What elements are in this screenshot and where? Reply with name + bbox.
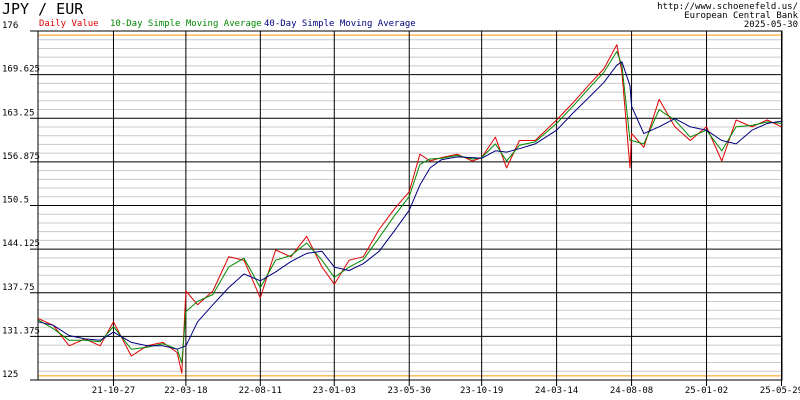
- x-axis-labels: 21-10-27 22-03-18 22-08-11 23-01-03 23-05-30…: [92, 386, 800, 396]
- x-tick-label: 22-03-18: [164, 386, 207, 396]
- y-tick-label: 156.875: [2, 152, 40, 162]
- major-gridlines: [30, 30, 782, 386]
- series-line-sma10: [37, 51, 782, 364]
- y-tick-label: 125: [2, 370, 18, 380]
- legend-daily-label: Daily Value: [39, 19, 99, 29]
- y-tick-label: 144.125: [2, 239, 40, 249]
- x-tick-label: 24-08-08: [610, 386, 653, 396]
- x-tick-label: 25-05-29: [760, 386, 800, 396]
- x-tick-label: 22-08-11: [239, 386, 282, 396]
- y-tick-label: 176: [2, 21, 18, 31]
- legend-sma10-label: 10-Day Simple Moving Average: [110, 19, 262, 29]
- source-date: 2025-05-30: [744, 20, 798, 30]
- chart-title: JPY / EUR: [2, 0, 84, 18]
- x-tick-label: 25-01-02: [685, 386, 728, 396]
- series-layer: [37, 44, 782, 374]
- x-tick-label: 24-03-14: [535, 386, 578, 396]
- x-tick-label: 23-05-30: [388, 386, 431, 396]
- y-tick-label: 137.75: [2, 283, 35, 293]
- y-tick-label: 169.625: [2, 65, 40, 75]
- x-tick-label: 21-10-27: [92, 386, 135, 396]
- y-tick-label: 150.5: [2, 196, 29, 206]
- x-tick-label: 23-10-19: [460, 386, 503, 396]
- x-tick-label: 23-01-03: [313, 386, 356, 396]
- chart-canvas: 125 131.375 137.75 144.125 150.5 156.875 163.2…: [2, 0, 800, 396]
- y-tick-label: 131.375: [2, 326, 40, 336]
- y-tick-label: 163.25: [2, 108, 35, 118]
- legend-sma40-label: 40-Day Simple Moving Average: [264, 19, 416, 29]
